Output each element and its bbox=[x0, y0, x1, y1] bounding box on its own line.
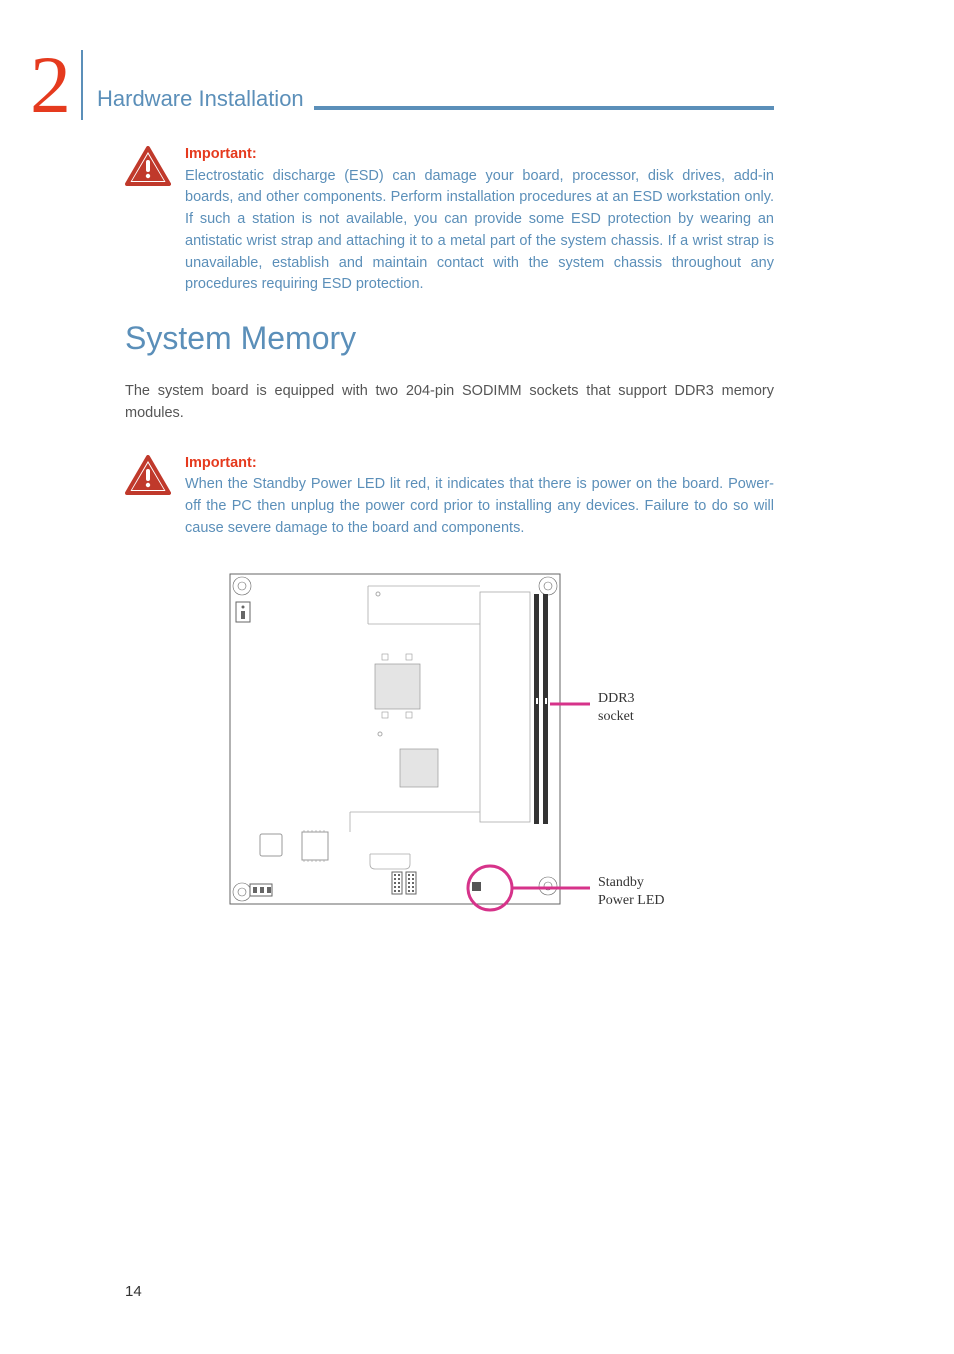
important-esd-block: Important: Electrostatic discharge (ESD)… bbox=[125, 144, 774, 296]
led-label-line1: Standby bbox=[598, 875, 644, 890]
chapter-number: 2 bbox=[30, 48, 71, 122]
body-paragraph: The system board is equipped with two 20… bbox=[125, 381, 774, 425]
page-number: 14 bbox=[125, 1283, 142, 1300]
document-page: 2 Hardware Installation Important: Elect… bbox=[0, 0, 954, 1354]
section-title: Hardware Installation bbox=[97, 86, 304, 112]
important-label: Important: bbox=[185, 455, 257, 471]
important-led-block: Important: When the Standby Power LED li… bbox=[125, 453, 774, 540]
important-esd-text: Important: Electrostatic discharge (ESD)… bbox=[185, 144, 774, 296]
ddr3-label-line2: socket bbox=[598, 709, 634, 724]
horizontal-divider bbox=[314, 106, 774, 110]
important-label: Important: bbox=[185, 146, 257, 162]
important-body: Electrostatic discharge (ESD) can damage… bbox=[185, 168, 774, 293]
important-body: When the Standby Power LED lit red, it i… bbox=[185, 476, 774, 536]
led-label-line2: Power LED bbox=[598, 893, 665, 908]
board-diagram: DDR3 socket Standby Power LED bbox=[125, 564, 774, 924]
important-led-text: Important: When the Standby Power LED li… bbox=[185, 453, 774, 540]
warning-icon bbox=[125, 146, 171, 191]
page-header: 2 Hardware Installation bbox=[30, 40, 774, 114]
heading-system-memory: System Memory bbox=[125, 320, 774, 357]
ddr3-label-line1: DDR3 bbox=[598, 691, 635, 706]
page-content: Important: Electrostatic discharge (ESD)… bbox=[0, 144, 954, 924]
warning-icon bbox=[125, 455, 171, 500]
vertical-divider bbox=[81, 50, 83, 120]
